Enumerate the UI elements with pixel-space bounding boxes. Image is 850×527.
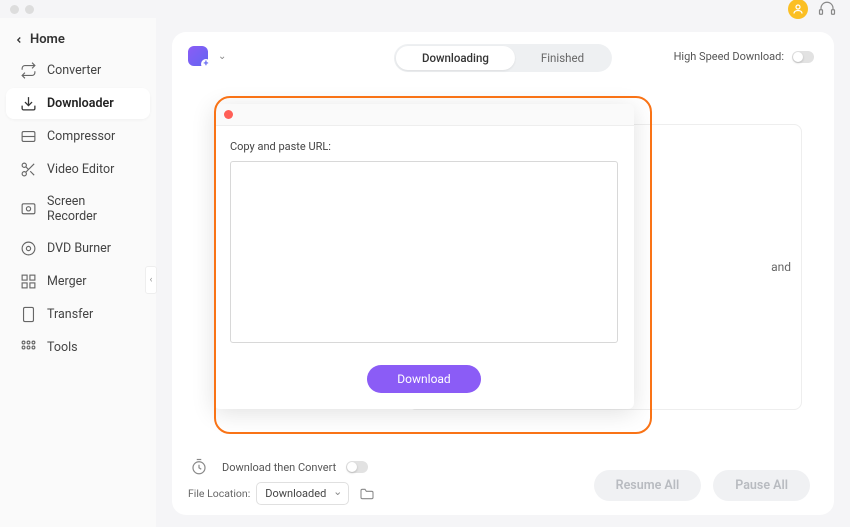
drop-hint-fragment: and — [771, 260, 791, 274]
url-textarea[interactable] — [230, 161, 618, 343]
file-location-label: File Location: — [188, 487, 250, 500]
transfer-icon — [20, 306, 37, 323]
traffic-light-close[interactable] — [10, 5, 19, 14]
sidebar-item-label: Converter — [47, 63, 101, 78]
add-url-icon[interactable] — [188, 46, 208, 66]
convert-after-label: Download then Convert — [222, 461, 336, 474]
sidebar-item-label: Transfer — [47, 307, 93, 322]
sidebar: Home Converter Downloader Compressor Vid… — [0, 18, 156, 527]
high-speed-toggle[interactable] — [792, 51, 814, 63]
chevron-left-icon — [14, 35, 24, 45]
chevron-left-icon: ‹ — [150, 275, 153, 285]
folder-icon — [359, 486, 375, 502]
window-titlebar — [0, 0, 850, 18]
sidebar-item-label: Screen Recorder — [47, 194, 136, 224]
traffic-light-min[interactable] — [25, 5, 34, 14]
dialog-label: Copy and paste URL: — [230, 140, 618, 153]
sidebar-item-converter[interactable]: Converter — [6, 55, 150, 86]
high-speed-label: High Speed Download: — [674, 50, 784, 63]
headset-icon — [818, 0, 836, 18]
compressor-icon — [20, 128, 37, 145]
pause-all-button[interactable]: Pause All — [713, 470, 810, 501]
resume-all-button[interactable]: Resume All — [594, 470, 702, 501]
sidebar-item-label: Video Editor — [47, 162, 114, 177]
support-button[interactable] — [818, 0, 836, 18]
file-location-value: Downloaded — [265, 487, 326, 500]
screen-recorder-icon — [20, 201, 37, 218]
disc-icon — [20, 240, 37, 257]
sidebar-item-dvd-burner[interactable]: DVD Burner — [6, 233, 150, 264]
add-url-dropdown[interactable]: ⌄ — [218, 51, 226, 62]
main-card: ⌄ Downloading Finished High Speed Downlo… — [172, 32, 834, 515]
user-avatar[interactable] — [788, 0, 808, 19]
dialog-titlebar — [214, 104, 634, 126]
clock-icon — [190, 458, 208, 476]
file-location-select[interactable]: Downloaded — [256, 482, 349, 505]
sidebar-item-compressor[interactable]: Compressor — [6, 121, 150, 152]
download-button[interactable]: Download — [367, 365, 480, 393]
sidebar-item-label: Compressor — [47, 129, 115, 144]
user-icon — [792, 3, 804, 15]
tab-downloading[interactable]: Downloading — [396, 46, 515, 70]
convert-after-toggle[interactable] — [346, 461, 368, 473]
sidebar-item-transfer[interactable]: Transfer — [6, 299, 150, 330]
sidebar-home[interactable]: Home — [0, 26, 156, 53]
sidebar-item-downloader[interactable]: Downloader — [6, 88, 150, 119]
sidebar-item-screen-recorder[interactable]: Screen Recorder — [6, 187, 150, 231]
sidebar-item-video-editor[interactable]: Video Editor — [6, 154, 150, 185]
sidebar-item-merger[interactable]: Merger — [6, 266, 150, 297]
sidebar-item-label: DVD Burner — [47, 241, 111, 256]
dialog-close-button[interactable] — [224, 110, 233, 119]
tab-finished[interactable]: Finished — [515, 46, 610, 70]
paste-url-dialog: Copy and paste URL: Download — [214, 104, 634, 409]
scissors-icon — [20, 161, 37, 178]
sidebar-item-label: Downloader — [47, 96, 114, 111]
sidebar-item-tools[interactable]: Tools — [6, 332, 150, 363]
sidebar-item-label: Tools — [47, 340, 78, 355]
tools-icon — [20, 339, 37, 356]
open-folder-button[interactable] — [359, 486, 375, 502]
downloader-icon — [20, 95, 37, 112]
merger-icon — [20, 273, 37, 290]
tab-segment: Downloading Finished — [394, 44, 612, 72]
converter-icon — [20, 62, 37, 79]
sidebar-item-label: Merger — [47, 274, 87, 289]
sidebar-home-label: Home — [30, 32, 65, 47]
